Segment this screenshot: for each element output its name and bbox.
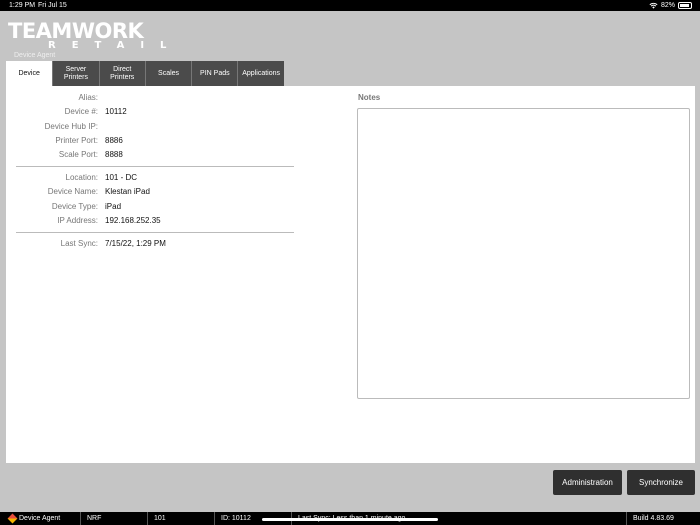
device-name-row: Device Name: Klestan iPad <box>6 186 150 198</box>
last-sync-row: Last Sync: 7/15/22, 1:29 PM <box>6 238 166 250</box>
location-row: Location: 101 - DC <box>6 172 137 184</box>
teamwork-logo-icon <box>7 513 18 524</box>
device-panel: Alias: Device #: 10112 Device Hub IP: Pr… <box>6 86 695 463</box>
ip-address-value: 192.168.252.35 <box>105 216 161 225</box>
device-name-value: Klestan iPad <box>105 187 150 196</box>
ip-address-row: IP Address: 192.168.252.35 <box>6 215 160 227</box>
tab-scales[interactable]: Scales <box>144 61 192 86</box>
section-divider <box>16 166 294 167</box>
tab-bar: Device Server Printers Direct Printers S… <box>6 61 284 86</box>
location-label: Location: <box>65 173 98 182</box>
battery-percent: 82% <box>660 2 675 9</box>
logo-retail-word: RETAIL <box>48 40 183 51</box>
device-type-label: Device Type: <box>51 202 98 211</box>
tab-direct-printers[interactable]: Direct Printers <box>98 61 145 86</box>
printer-port-value[interactable]: 8886 <box>105 135 123 147</box>
build-cell: Build 4.83.69 <box>626 512 700 525</box>
device-type-value: iPad <box>105 202 122 211</box>
status-time: 1:29 PM <box>9 2 36 9</box>
printer-port-label: Printer Port: <box>55 136 98 145</box>
last-sync-label: Last Sync: <box>60 239 98 248</box>
logo-subtitle: Device Agent <box>14 52 56 59</box>
scale-port-label: Scale Port: <box>58 150 98 159</box>
tab-applications[interactable]: Applications <box>237 61 284 86</box>
tab-device[interactable]: Device <box>6 61 53 86</box>
status-date: Fri Jul 15 <box>38 2 67 9</box>
administration-button[interactable]: Administration <box>553 470 622 495</box>
section-divider <box>16 232 294 233</box>
logo-wordmark: TEAMWORK <box>8 19 144 43</box>
app-name-cell: Device Agent <box>0 512 80 525</box>
scale-port-row: Scale Port: 8888 <box>6 149 123 161</box>
alias-row: Alias: <box>6 92 98 104</box>
status-bar: 1:29 PM Fri Jul 15 82% <box>0 0 700 11</box>
location-cell: 101 <box>147 512 214 525</box>
tab-pin-pads[interactable]: PIN Pads <box>191 61 238 86</box>
device-name-label: Device Name: <box>47 187 98 196</box>
teamwork-retail-logo: TEAMWORK RETAIL Device Agent <box>8 19 183 60</box>
battery-icon <box>678 2 692 9</box>
scale-port-value[interactable]: 8888 <box>105 149 123 161</box>
alias-label: Alias: <box>78 93 98 102</box>
synchronize-button[interactable]: Synchronize <box>627 470 695 495</box>
notes-label: Notes <box>358 93 381 102</box>
app-name: Device Agent <box>19 515 61 522</box>
device-number-row: Device #: 10112 <box>6 106 127 118</box>
ip-address-label: IP Address: <box>57 216 98 225</box>
device-number-value: 10112 <box>105 107 127 116</box>
tab-server-printers[interactable]: Server Printers <box>52 61 99 86</box>
device-hub-ip-row: Device Hub IP: <box>6 121 98 133</box>
last-sync-value: 7/15/22, 1:29 PM <box>105 239 166 248</box>
printer-port-row: Printer Port: 8886 <box>6 135 122 147</box>
device-hub-ip-label: Device Hub IP: <box>44 122 98 131</box>
notes-textarea[interactable] <box>357 108 690 399</box>
device-number-label: Device #: <box>64 107 98 116</box>
company-cell: NRF <box>80 512 147 525</box>
device-type-row: Device Type: iPad <box>6 201 121 213</box>
home-indicator[interactable] <box>262 518 438 521</box>
location-value: 101 - DC <box>105 173 138 182</box>
wifi-icon <box>649 2 658 9</box>
